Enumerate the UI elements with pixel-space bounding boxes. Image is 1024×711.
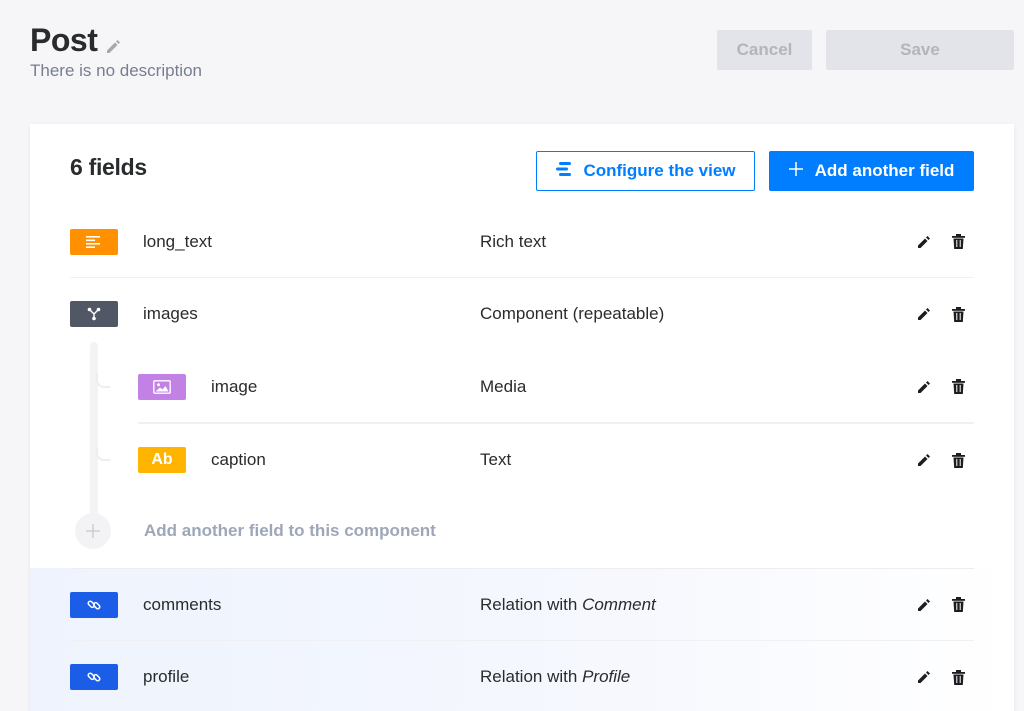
- add-field-label: Add another field: [814, 161, 955, 180]
- field-name: profile: [143, 667, 190, 686]
- relation-prefix: Relation with: [480, 594, 578, 614]
- add-component-field-button[interactable]: Add another field to this component: [75, 513, 436, 549]
- media-icon: [138, 373, 186, 400]
- plus-icon: [788, 161, 803, 181]
- edit-pencil-icon[interactable]: [916, 669, 932, 685]
- field-name: image: [211, 376, 258, 396]
- page-title: Post: [30, 22, 98, 58]
- field-row-profile[interactable]: profile Relation with Profile: [70, 641, 974, 711]
- configure-view-button[interactable]: Configure the view: [536, 151, 755, 191]
- page-header: Post There is no description: [30, 22, 202, 81]
- field-row-long-text[interactable]: long_text Rich text: [70, 206, 974, 278]
- plus-icon: [75, 513, 111, 549]
- field-type: Component (repeatable): [480, 304, 665, 323]
- save-button[interactable]: Save: [826, 30, 1014, 70]
- component-icon: [70, 301, 118, 327]
- configure-view-label: Configure the view: [583, 161, 736, 180]
- trash-icon[interactable]: [950, 452, 966, 468]
- field-type: Media: [480, 376, 527, 396]
- trash-icon[interactable]: [950, 234, 966, 250]
- cancel-button[interactable]: Cancel: [717, 30, 812, 70]
- component-field-row-image[interactable]: image Media: [138, 351, 974, 423]
- add-component-field-label: Add another field to this component: [144, 521, 436, 540]
- relation-prefix: Relation with: [480, 667, 578, 686]
- field-type: Text: [480, 450, 512, 469]
- edit-pencil-icon[interactable]: [916, 597, 932, 613]
- field-name: long_text: [143, 231, 212, 251]
- trash-icon[interactable]: [950, 597, 966, 613]
- relation-target: Profile: [582, 667, 631, 686]
- edit-pencil-icon[interactable]: [916, 306, 932, 322]
- edit-pencil-icon[interactable]: [916, 379, 932, 395]
- fields-card: 6 fields Configure the view Add another …: [30, 124, 1014, 711]
- rich-text-icon: [70, 228, 118, 255]
- text-badge-label: Ab: [151, 451, 173, 468]
- relation-target: Comment: [582, 594, 656, 614]
- tree-branch: [96, 447, 110, 461]
- field-type: Relation with Comment: [480, 595, 656, 615]
- field-row-images[interactable]: images Component (repeatable): [70, 278, 974, 350]
- trash-icon[interactable]: [950, 669, 966, 685]
- divider: [138, 423, 974, 424]
- edit-pencil-icon[interactable]: [916, 452, 932, 468]
- field-name: comments: [143, 594, 222, 614]
- field-type: Relation with Profile: [480, 667, 630, 687]
- field-type: Rich text: [480, 231, 547, 251]
- trash-icon[interactable]: [950, 306, 966, 322]
- trash-icon[interactable]: [950, 379, 966, 395]
- field-row-comments[interactable]: comments Relation with Comment: [70, 569, 974, 641]
- relation-icon: [70, 664, 118, 690]
- edit-pencil-icon[interactable]: [916, 234, 932, 250]
- page-description: There is no description: [30, 61, 202, 80]
- tree-branch: [96, 374, 110, 388]
- fields-count: 6 fields: [70, 154, 147, 180]
- relation-icon: [70, 591, 118, 618]
- field-name: caption: [211, 450, 266, 469]
- add-field-button[interactable]: Add another field: [769, 151, 974, 191]
- field-name: images: [143, 304, 198, 323]
- list-settings-icon: [555, 161, 573, 182]
- component-tree-line: [90, 342, 98, 532]
- component-field-row-caption[interactable]: Ab caption Text: [138, 424, 974, 496]
- text-icon: Ab: [138, 447, 186, 473]
- edit-title-pencil-icon[interactable]: [104, 37, 122, 55]
